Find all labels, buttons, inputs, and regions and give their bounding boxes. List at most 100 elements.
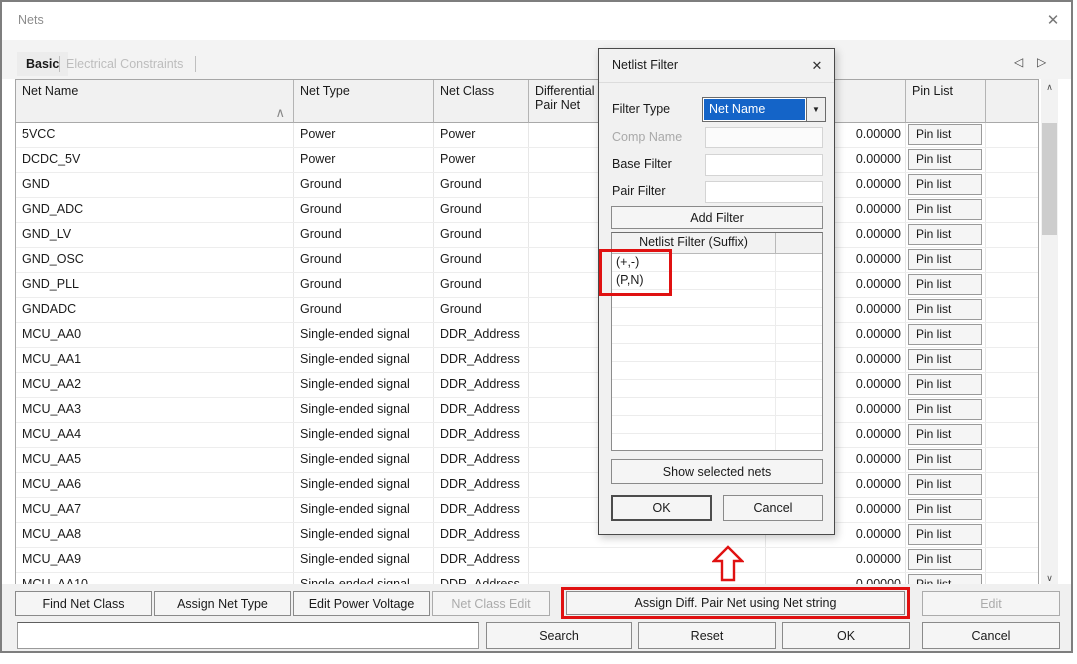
pin-list-button[interactable]: Pin list (908, 249, 982, 270)
column-header-net-name[interactable]: Net Name ∧ (16, 80, 294, 123)
table-row[interactable]: MCU_AA3Single-ended signalDDR_Address0.0… (16, 398, 1038, 423)
dialog-close-icon[interactable]: ✕ (806, 55, 828, 77)
scroll-up-icon[interactable]: ∧ (1041, 79, 1058, 96)
table-body: 5VCCPowerPower0.00000Pin listDCDC_5VPowe… (16, 123, 1038, 587)
pin-list-button[interactable]: Pin list (908, 124, 982, 145)
pin-list-button[interactable]: Pin list (908, 549, 982, 570)
filter-list-item[interactable] (612, 362, 822, 380)
table-row[interactable]: MCU_AA4Single-ended signalDDR_Address0.0… (16, 423, 1038, 448)
net-name-cell: MCU_AA6 (16, 473, 294, 497)
table-row[interactable]: GND_ADCGroundGround0.00000Pin list (16, 198, 1038, 223)
pin-list-button[interactable]: Pin list (908, 324, 982, 345)
pin-list-cell: Pin list (906, 373, 986, 397)
search-button[interactable]: Search (486, 622, 632, 649)
filter-list-item[interactable] (612, 344, 822, 362)
tab-scroll-left-icon[interactable]: ◁ (1014, 55, 1023, 69)
table-row[interactable]: 5VCCPowerPower0.00000Pin list (16, 123, 1038, 148)
tab-basic[interactable]: Basic (17, 52, 68, 76)
filter-list-item[interactable] (612, 326, 822, 344)
net-name-cell: GND_PLL (16, 273, 294, 297)
show-selected-nets-button[interactable]: Show selected nets (611, 459, 823, 484)
reset-button[interactable]: Reset (638, 622, 776, 649)
filter-suffix-label (612, 416, 776, 433)
scrollbar-thumb[interactable] (1042, 123, 1057, 235)
table-row[interactable]: MCU_AA0Single-ended signalDDR_Address0.0… (16, 323, 1038, 348)
edit-power-voltage-button[interactable]: Edit Power Voltage (293, 591, 430, 616)
column-header-label: Net Name (22, 84, 78, 98)
close-icon[interactable]: ✕ (1041, 9, 1065, 33)
chevron-down-icon[interactable]: ▼ (806, 98, 825, 121)
filter-list-item[interactable] (612, 398, 822, 416)
dialog-ok-button[interactable]: OK (611, 495, 712, 521)
column-header-net-class[interactable]: Net Class (434, 80, 529, 123)
title-bar: Nets ✕ (2, 2, 1071, 40)
column-header-label: Net Class (440, 84, 494, 98)
pair-filter-label: Pair Filter (612, 184, 665, 198)
up-arrow-icon (712, 545, 744, 582)
tab-electrical-constraints[interactable]: Electrical Constraints (66, 57, 183, 71)
tab-scroll-right-icon[interactable]: ▷ (1037, 55, 1046, 69)
sort-ascending-icon[interactable]: ∧ (275, 105, 285, 121)
table-row[interactable]: GND_PLLGroundGround0.00000Pin list (16, 273, 1038, 298)
filter-type-dropdown[interactable]: Net Name ▼ (702, 97, 826, 122)
pin-list-button[interactable]: Pin list (908, 274, 982, 295)
net-name-cell: MCU_AA4 (16, 423, 294, 447)
base-filter-field[interactable] (705, 154, 823, 176)
find-net-class-button[interactable]: Find Net Class (15, 591, 152, 616)
pin-list-button[interactable]: Pin list (908, 224, 982, 245)
pin-list-button[interactable]: Pin list (908, 149, 982, 170)
table-row[interactable]: MCU_AA7Single-ended signalDDR_Address0.0… (16, 498, 1038, 523)
net-name-cell: MCU_AA1 (16, 348, 294, 372)
pin-list-button[interactable]: Pin list (908, 374, 982, 395)
table-row[interactable]: GNDADCGroundGround0.00000Pin list (16, 298, 1038, 323)
table-row[interactable]: MCU_AA1Single-ended signalDDR_Address0.0… (16, 348, 1038, 373)
table-row[interactable]: GND_OSCGroundGround0.00000Pin list (16, 248, 1038, 273)
table-row[interactable]: DCDC_5VPowerPower0.00000Pin list (16, 148, 1038, 173)
table-row[interactable]: GNDGroundGround0.00000Pin list (16, 173, 1038, 198)
filler-cell (986, 373, 1038, 397)
table-header: Net Name ∧ Net Type Net Class Differenti… (16, 80, 1038, 123)
pin-list-button[interactable]: Pin list (908, 299, 982, 320)
pin-list-button[interactable]: Pin list (908, 499, 982, 520)
net-class-cell: DDR_Address (434, 323, 529, 347)
add-filter-button[interactable]: Add Filter (611, 206, 823, 229)
table-row[interactable]: MCU_AA2Single-ended signalDDR_Address0.0… (16, 373, 1038, 398)
dialog-cancel-button[interactable]: Cancel (723, 495, 823, 521)
cancel-button[interactable]: Cancel (922, 622, 1060, 649)
net-class-cell: DDR_Address (434, 523, 529, 547)
table-row[interactable]: MCU_AA5Single-ended signalDDR_Address0.0… (16, 448, 1038, 473)
table-row[interactable]: MCU_AA8Single-ended signalDDR_Address0.0… (16, 523, 1038, 548)
table-row[interactable]: GND_LVGroundGround0.00000Pin list (16, 223, 1038, 248)
pin-list-cell: Pin list (906, 498, 986, 522)
filter-suffix-label (612, 362, 776, 379)
net-class-cell: Power (434, 123, 529, 147)
pair-filter-field[interactable] (705, 181, 823, 203)
filter-list-highlight-box (599, 249, 672, 296)
net-search-input[interactable] (17, 622, 479, 649)
net-type-cell: Single-ended signal (294, 523, 434, 547)
table-row[interactable]: MCU_AA6Single-ended signalDDR_Address0.0… (16, 473, 1038, 498)
pin-list-button[interactable]: Pin list (908, 349, 982, 370)
filter-list-item[interactable] (612, 308, 822, 326)
pin-list-cell: Pin list (906, 198, 986, 222)
filter-list-item[interactable] (612, 434, 822, 451)
column-header-pin-list[interactable]: Pin List (906, 80, 986, 123)
pin-list-button[interactable]: Pin list (908, 449, 982, 470)
pin-list-button[interactable]: Pin list (908, 524, 982, 545)
net-class-cell: Ground (434, 173, 529, 197)
pin-list-button[interactable]: Pin list (908, 474, 982, 495)
ok-button[interactable]: OK (782, 622, 910, 649)
pin-list-button[interactable]: Pin list (908, 399, 982, 420)
column-header-net-type[interactable]: Net Type (294, 80, 434, 123)
pin-list-button[interactable]: Pin list (908, 199, 982, 220)
filter-list-item[interactable] (612, 380, 822, 398)
pin-list-button[interactable]: Pin list (908, 174, 982, 195)
table-row[interactable]: MCU_AA9Single-ended signalDDR_Address0.0… (16, 548, 1038, 573)
assign-net-type-button[interactable]: Assign Net Type (154, 591, 291, 616)
net-name-cell: MCU_AA3 (16, 398, 294, 422)
net-name-cell: MCU_AA9 (16, 548, 294, 572)
vertical-scrollbar[interactable]: ∧ ∨ (1041, 79, 1058, 587)
pin-list-button[interactable]: Pin list (908, 424, 982, 445)
filter-list-item[interactable] (612, 416, 822, 434)
net-class-cell: Ground (434, 298, 529, 322)
